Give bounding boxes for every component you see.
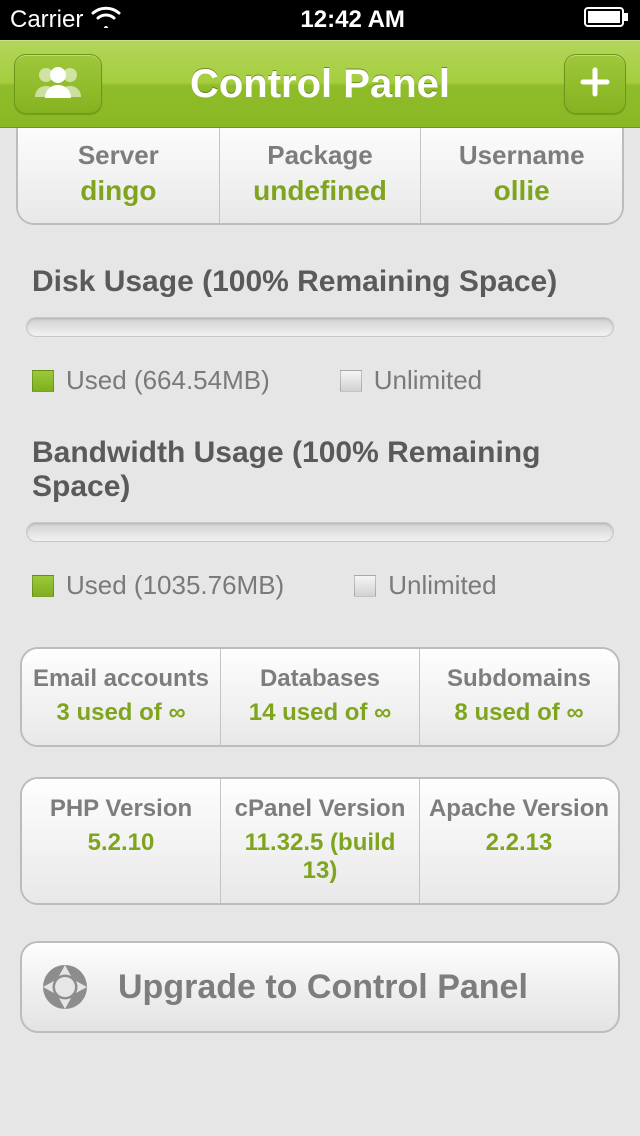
bandwidth-legend: Used (1035.76MB) Unlimited xyxy=(32,570,620,601)
legend-swatch-limit-icon xyxy=(340,370,362,392)
wifi-icon xyxy=(91,6,121,35)
legend-swatch-used-icon xyxy=(32,370,54,392)
quota-label: Databases xyxy=(225,665,415,693)
version-cell-php[interactable]: PHP Version 5.2.10 xyxy=(22,779,221,903)
version-value: 11.32.5 (build 13) xyxy=(225,829,415,885)
info-label: Server xyxy=(22,140,215,171)
bandwidth-usage-bar xyxy=(26,522,614,542)
accounts-button[interactable] xyxy=(14,54,102,114)
info-cell-package[interactable]: Package undefined xyxy=(220,128,422,223)
quota-cell-subdomains[interactable]: Subdomains 8 used of ∞ xyxy=(420,649,618,745)
version-cell-cpanel[interactable]: cPanel Version 11.32.5 (build 13) xyxy=(221,779,420,903)
bandwidth-limit-legend: Unlimited xyxy=(354,570,496,601)
info-group: Server dingo Package undefined Username … xyxy=(16,128,624,225)
clock-label: 12:42 AM xyxy=(300,6,404,34)
upgrade-button[interactable]: Upgrade to Control Panel xyxy=(20,941,620,1033)
add-button[interactable] xyxy=(564,54,626,114)
plus-icon xyxy=(580,67,610,102)
carrier-label: Carrier xyxy=(10,6,83,34)
info-value: ollie xyxy=(425,175,618,207)
people-icon xyxy=(34,65,82,104)
version-label: cPanel Version xyxy=(225,795,415,823)
versions-group: PHP Version 5.2.10 cPanel Version 11.32.… xyxy=(20,777,620,905)
status-bar: Carrier 12:42 AM xyxy=(0,0,640,40)
disk-limit-label: Unlimited xyxy=(374,365,482,396)
version-value: 2.2.13 xyxy=(424,829,614,857)
version-label: PHP Version xyxy=(26,795,216,823)
disk-used-legend: Used (664.54MB) xyxy=(32,365,270,396)
upgrade-label: Upgrade to Control Panel xyxy=(118,968,528,1007)
battery-icon xyxy=(584,6,630,34)
version-value: 5.2.10 xyxy=(26,829,216,857)
info-value: undefined xyxy=(224,175,417,207)
quota-value: 8 used of ∞ xyxy=(424,699,614,727)
disk-usage-bar xyxy=(26,317,614,337)
info-cell-server[interactable]: Server dingo xyxy=(18,128,220,223)
quota-group: Email accounts 3 used of ∞ Databases 14 … xyxy=(20,647,620,747)
quota-cell-databases[interactable]: Databases 14 used of ∞ xyxy=(221,649,420,745)
bandwidth-limit-label: Unlimited xyxy=(388,570,496,601)
quota-label: Subdomains xyxy=(424,665,614,693)
quota-value: 14 used of ∞ xyxy=(225,699,415,727)
info-label: Package xyxy=(224,140,417,171)
info-value: dingo xyxy=(22,175,215,207)
info-cell-username[interactable]: Username ollie xyxy=(421,128,622,223)
disk-legend: Used (664.54MB) Unlimited xyxy=(32,365,620,396)
version-label: Apache Version xyxy=(424,795,614,823)
info-label: Username xyxy=(425,140,618,171)
quota-value: 3 used of ∞ xyxy=(26,699,216,727)
disk-limit-legend: Unlimited xyxy=(340,365,482,396)
status-right xyxy=(584,6,630,34)
disk-used-label: Used (664.54MB) xyxy=(66,365,270,396)
quota-label: Email accounts xyxy=(26,665,216,693)
disk-usage-title: Disk Usage (100% Remaining Space) xyxy=(32,265,620,299)
content: Server dingo Package undefined Username … xyxy=(0,128,640,1033)
lifebuoy-icon xyxy=(40,962,90,1012)
bandwidth-used-legend: Used (1035.76MB) xyxy=(32,570,284,601)
bandwidth-used-label: Used (1035.76MB) xyxy=(66,570,284,601)
bandwidth-usage-title: Bandwidth Usage (100% Remaining Space) xyxy=(32,436,620,504)
quota-cell-email[interactable]: Email accounts 3 used of ∞ xyxy=(22,649,221,745)
status-left: Carrier xyxy=(10,6,121,35)
nav-bar: Control Panel xyxy=(0,40,640,128)
legend-swatch-limit-icon xyxy=(354,575,376,597)
legend-swatch-used-icon xyxy=(32,575,54,597)
version-cell-apache[interactable]: Apache Version 2.2.13 xyxy=(420,779,618,903)
